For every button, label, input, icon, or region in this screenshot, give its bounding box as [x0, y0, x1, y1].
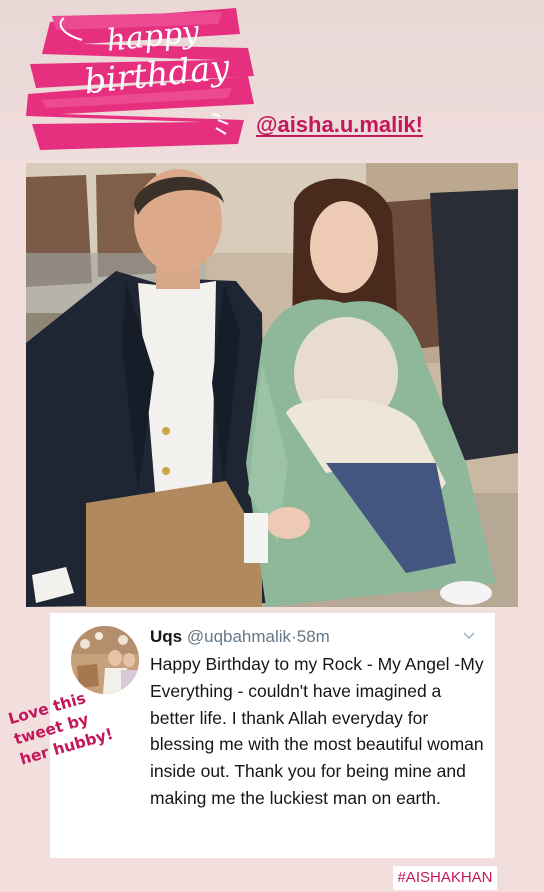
tweet-header: Uqs @uqbahmalik·58m [150, 627, 330, 647]
couple-photo [26, 163, 518, 607]
tweet-author-handle[interactable]: @uqbahmalik [187, 627, 291, 646]
tweet-text: Happy Birthday to my Rock - My Angel -My… [150, 654, 484, 808]
tweet-timestamp[interactable]: 58m [297, 627, 330, 646]
happy-birthday-sticker[interactable]: happy birthday [22, 4, 258, 150]
mention-link[interactable]: @aisha.u.malik! [256, 112, 423, 138]
tweet-author-name[interactable]: Uqs [150, 627, 182, 646]
sticker-text: happy birthday [77, 14, 233, 102]
chevron-down-icon[interactable] [461, 627, 477, 643]
hashtag-sticker[interactable]: #AISHAKHAN [393, 866, 497, 890]
